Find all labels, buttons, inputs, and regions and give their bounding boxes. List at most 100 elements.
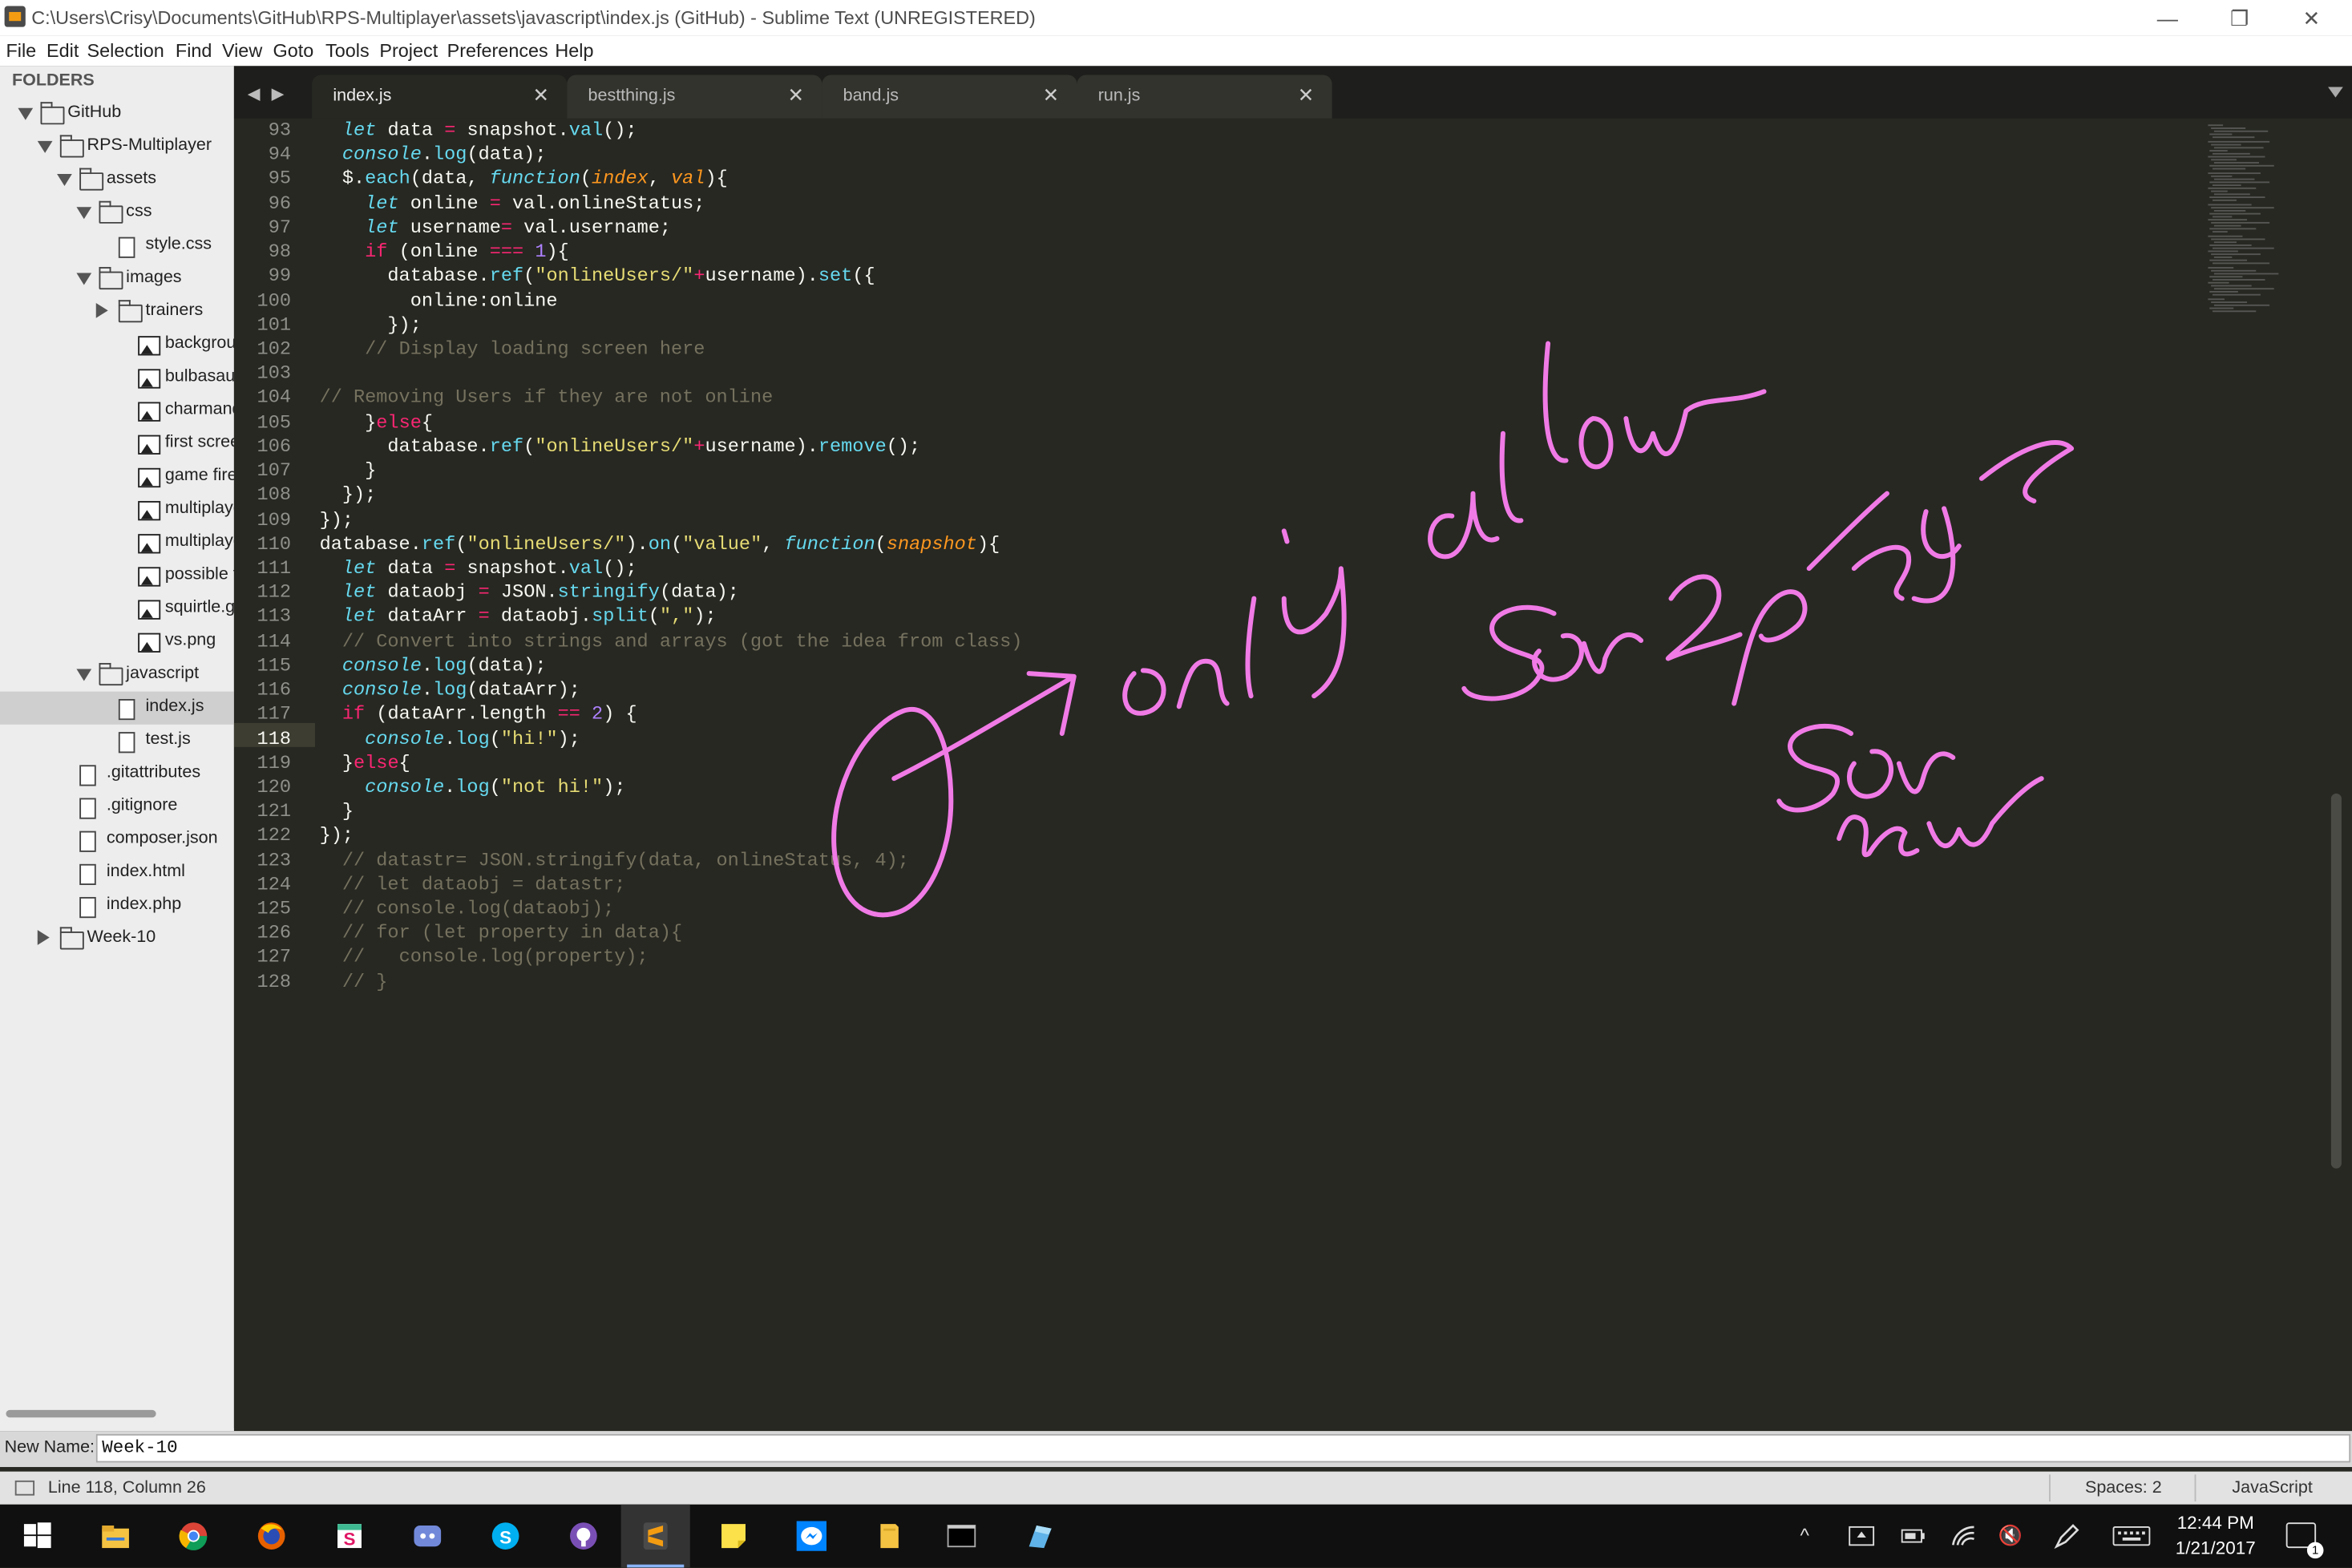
tree-item-javascript[interactable]: javascript [0,658,234,691]
tree-item-squirtle-gif[interactable]: squirtle.gif [0,592,234,625]
skype-icon[interactable]: S [471,1505,540,1568]
minimap[interactable] [2208,124,2297,319]
menu-edit[interactable]: Edit [46,41,79,62]
tab-close-icon[interactable]: ✕ [1298,84,1314,108]
syntax-selector[interactable]: JavaScript [2232,1479,2312,1497]
windows-start-icon[interactable] [3,1505,72,1568]
tree-item-index-php[interactable]: index.php [0,890,234,923]
menu-view[interactable]: View [222,41,262,62]
volume-muted-icon[interactable]: 🔇 [1998,1524,2022,1548]
menu-find[interactable]: Find [176,41,212,62]
pen-workspace-icon[interactable] [2052,1522,2082,1550]
code-token: ); [693,606,717,628]
tree-item-style-css[interactable]: style.css [0,229,234,262]
tree-item-bulbasaur-gi[interactable]: bulbasaur.gi [0,362,234,394]
tree-item-gitignore[interactable]: .gitignore [0,790,234,823]
tab-close-icon[interactable]: ✕ [1043,84,1059,108]
tree-item-multiplayer[interactable]: multiplayer [0,494,234,527]
panel-toggle-icon[interactable] [14,1480,35,1496]
expanded-arrow-icon[interactable] [37,140,53,153]
tree-item-charmander[interactable]: charmander [0,394,234,427]
tree-item-test-js[interactable]: test.js [0,725,234,758]
firefox-icon[interactable] [237,1505,306,1568]
expanded-arrow-icon[interactable] [76,669,92,681]
tab-run-js[interactable]: run.js ✕ [1077,75,1332,119]
new-name-input[interactable]: Week-10 [95,1433,2351,1463]
chrome-icon[interactable] [159,1505,228,1568]
tree-item-trainers[interactable]: trainers [0,296,234,329]
menu-file[interactable]: File [6,41,36,62]
tree-item-assets[interactable]: assets [0,164,234,196]
tree-item-label: trainers [145,301,204,320]
tree-item-background[interactable]: background [0,329,234,362]
app-icon[interactable] [1005,1505,1074,1568]
sticky-notes-icon[interactable] [699,1505,768,1568]
battery-icon[interactable] [1899,1526,1926,1546]
indentation-setting[interactable]: Spaces: 2 [2085,1479,2162,1497]
menu-project[interactable]: Project [379,41,438,62]
code-token: // console.log(dataobj); [341,898,615,920]
system-clock[interactable]: 12:44 PM 1/21/2017 [2163,1510,2268,1562]
menu-selection[interactable]: Selection [87,41,164,62]
status-bar: Line 118, Column 26 Spaces: 2 JavaScript [0,1471,2352,1505]
code-token: = [478,582,490,604]
tree-item-github[interactable]: GitHub [0,98,234,131]
maximize-button[interactable]: ❐ [2205,0,2274,36]
tree-item-week-10[interactable]: Week-10 [0,923,234,956]
tree-item-multiplayer[interactable]: multiplayer [0,527,234,560]
slack-icon[interactable]: S [315,1505,384,1568]
minimize-button[interactable]: — [2133,0,2202,36]
code-token: online [398,192,490,214]
discord-icon[interactable] [393,1505,462,1568]
code-editor[interactable]: 93 let data = snapshot.val(); 94 console.… [233,118,2352,1429]
expanded-arrow-icon[interactable] [18,107,34,120]
code-token: } [319,752,354,774]
touch-keyboard-icon[interactable] [2112,1526,2152,1546]
menu-tools[interactable]: Tools [325,41,370,62]
tree-item-rps-multiplayer[interactable]: RPS-Multiplayer [0,131,234,164]
tab-index-js[interactable]: index.js ✕ [312,75,568,119]
code-token: (data); [467,655,547,677]
tree-item-index-html[interactable]: index.html [0,856,234,889]
tab-close-icon[interactable]: ✕ [532,84,548,108]
tree-item-images[interactable]: images [0,262,234,295]
github-icon[interactable] [549,1505,618,1568]
wifi-icon[interactable] [1950,1524,1978,1548]
tab-list-dropdown-icon[interactable] [2328,87,2343,98]
menu-help[interactable]: Help [555,41,593,62]
menu-preferences[interactable]: Preferences [447,41,548,62]
tree-item-gitattributes[interactable]: .gitattributes [0,758,234,790]
show-hidden-icons-chevron-icon[interactable]: ^ [1800,1524,1808,1546]
collapsed-arrow-icon[interactable] [37,930,50,945]
tab-back-arrow-icon[interactable]: ◀ [248,84,261,103]
terminal-icon[interactable] [927,1505,996,1568]
tree-item-composer-json[interactable]: composer.json [0,823,234,856]
tab-close-icon[interactable]: ✕ [788,84,804,108]
collapsed-arrow-icon[interactable] [95,302,108,318]
tree-item-vs-png[interactable]: vs.png [0,625,234,658]
sidebar-scrollbar[interactable] [6,1409,156,1418]
tree-item-game-fireba[interactable]: game fireba [0,460,234,493]
tab-band-js[interactable]: band.js ✕ [822,75,1077,119]
expanded-arrow-icon[interactable] [57,174,72,187]
action-center-icon[interactable]: 1 [2285,1522,2324,1559]
file-explorer-icon[interactable] [81,1505,150,1568]
editor-scrollbar[interactable] [2330,793,2342,1169]
close-button[interactable]: ✕ [2277,0,2346,36]
device-icon[interactable] [1848,1526,1875,1546]
tab-bestthing-js[interactable]: bestthing.js ✕ [567,75,822,119]
tree-item-first-screen-p[interactable]: first screen.p [0,427,234,460]
expanded-arrow-icon[interactable] [76,273,92,285]
menu-goto[interactable]: Goto [273,41,314,62]
sublime-text-icon[interactable] [620,1504,690,1568]
code-token: ( [580,168,592,190]
tree-item-index-js[interactable]: index.js [0,691,234,725]
tree-item-possible-fix1[interactable]: possible fix1 [0,560,234,592]
code-token: let [341,582,377,604]
line-number: 104 [257,387,292,409]
expanded-arrow-icon[interactable] [76,207,92,220]
folder-icon[interactable] [855,1505,924,1568]
messenger-icon[interactable] [777,1505,846,1568]
tab-forward-arrow-icon[interactable]: ▶ [272,84,285,103]
tree-item-css[interactable]: css [0,196,234,229]
